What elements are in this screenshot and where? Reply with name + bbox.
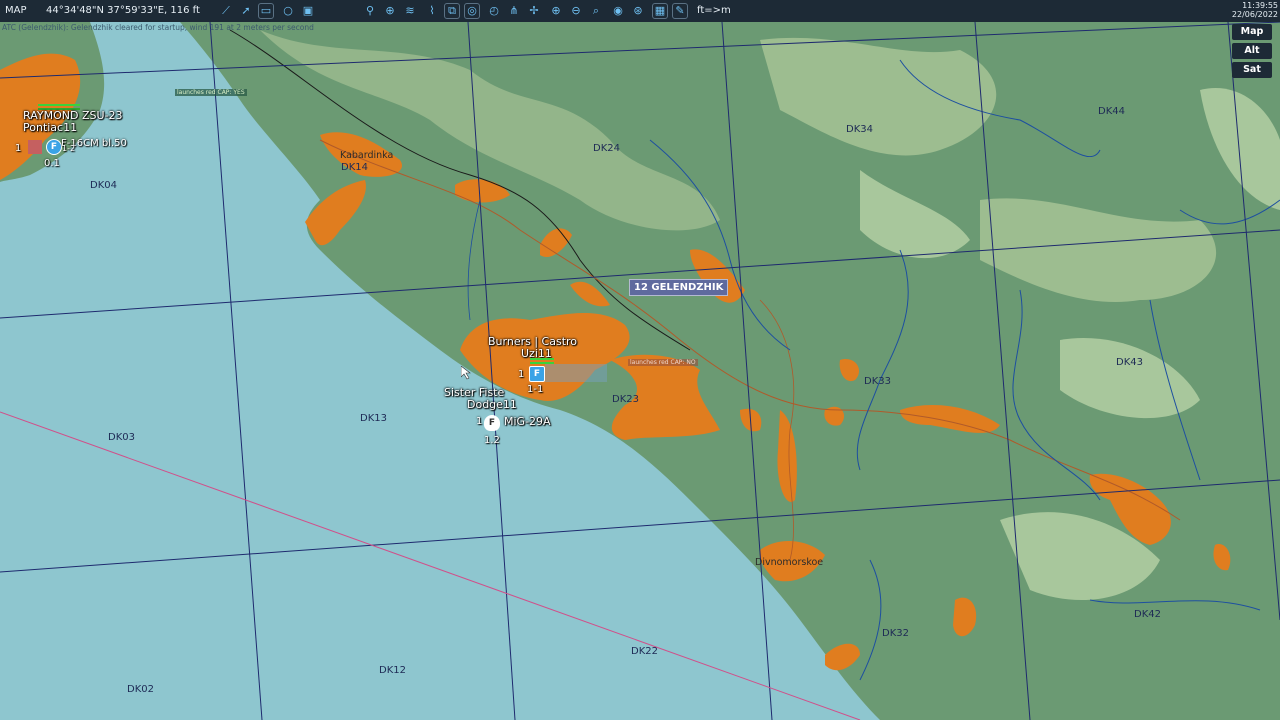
airfield-label[interactable]: 12 GELENDZHIK — [629, 279, 729, 296]
grid-label-dk42: DK42 — [1134, 609, 1161, 620]
draw-line-icon[interactable]: ⟋ — [218, 3, 234, 19]
radar-icon[interactable]: ◉ — [610, 3, 626, 19]
health-bar — [530, 358, 554, 360]
wifi-icon[interactable]: ≋ — [402, 3, 418, 19]
unit-callsign-dodge[interactable]: Dodge11 — [467, 398, 517, 411]
grid-label-dk13: DK13 — [360, 413, 387, 424]
unit-count-south: 1 — [476, 416, 483, 427]
camera-icon[interactable]: ▣ — [300, 3, 316, 19]
grid-label-dk03: DK03 — [108, 432, 135, 443]
unit-altitude-south: 1.2 — [484, 435, 500, 446]
cap-note-center: launches red CAP: NO — [628, 359, 698, 366]
mode-label: MAP — [5, 5, 27, 16]
health-bar — [38, 104, 80, 106]
globe-icon[interactable]: ⊛ — [630, 3, 646, 19]
zoom-in-icon[interactable]: ⊕ — [548, 3, 564, 19]
units-toggle[interactable]: ft=>m — [697, 5, 731, 16]
clock-date: 22/06/2022 — [1231, 10, 1278, 19]
grid-label-dk43: DK43 — [1116, 357, 1143, 368]
unit-altitude-north: 0.1 — [44, 158, 60, 169]
waypoint-icon[interactable]: ➚ — [238, 3, 254, 19]
clock: 11:39:55 22/06/2022 — [1232, 1, 1278, 19]
grid-icon[interactable]: ▦ — [652, 3, 668, 19]
unit-aircraft-mig29: MiG-29A — [504, 415, 551, 428]
clock-time: 11:39:55 — [1242, 1, 1278, 10]
alt-layer-button[interactable]: Alt — [1232, 43, 1272, 59]
crosshair-icon[interactable]: ⊕ — [382, 3, 398, 19]
clock-icon[interactable]: ◴ — [486, 3, 502, 19]
grid-label-dk22: DK22 — [631, 646, 658, 657]
pencil-icon[interactable]: ✎ — [672, 3, 688, 19]
filter-icon[interactable]: ⋔ — [506, 3, 522, 19]
map-layer-button[interactable]: Map — [1232, 24, 1272, 40]
friendly-aircraft-icon[interactable]: F — [46, 139, 62, 155]
zoom-out-icon[interactable]: ⊖ — [568, 3, 584, 19]
enemy-aircraft-icon[interactable]: F — [484, 415, 500, 431]
grid-label-dk12: DK12 — [379, 665, 406, 676]
grid-label-dk02: DK02 — [127, 684, 154, 695]
zoom-view-icon[interactable]: ⧉ — [444, 3, 460, 19]
unit-callsign-pontiac[interactable]: Pontiac11 — [23, 121, 77, 134]
grid-label-dk23: DK23 — [612, 394, 639, 405]
ruler-icon[interactable]: ▭ — [258, 3, 274, 19]
cursor-coordinates: 44°34'48"N 37°59'33"E, 116 ft — [46, 5, 200, 16]
grid-label-dk33: DK33 — [864, 376, 891, 387]
unit-sub-center: 1-1 — [527, 384, 544, 395]
terrain-layer — [0, 22, 1280, 720]
antenna-icon[interactable]: ⚲ — [362, 3, 378, 19]
grid-label-dk32: DK32 — [882, 628, 909, 639]
grid-label-dk04: DK04 — [90, 180, 117, 191]
grid-snap-icon[interactable]: ✢ — [526, 3, 542, 19]
unit-count-center: 1 — [518, 369, 525, 380]
grid-label-dk24: DK24 — [593, 143, 620, 154]
target-icon[interactable]: ◎ — [464, 3, 480, 19]
unit-type-zsu23: ZSU-23 — [82, 109, 123, 122]
unit-sub-north: 1-2 — [62, 144, 76, 153]
friendly-aircraft-icon[interactable]: F — [529, 366, 545, 382]
mouse-cursor-icon — [461, 366, 471, 380]
circle-icon[interactable]: ○ — [280, 3, 296, 19]
town-divnomorskoe: Divnomorskoe — [755, 557, 824, 568]
search-icon[interactable]: ⌕ — [588, 3, 604, 19]
atc-message: ATC (Gelendzhik): Gelendzhik cleared for… — [2, 23, 314, 32]
grid-label-dk14: DK14 — [341, 162, 368, 173]
grid-label-dk44: DK44 — [1098, 106, 1125, 117]
sam-site-icon[interactable] — [28, 140, 42, 154]
town-kabardinka: Kabardinka — [340, 150, 394, 161]
top-toolbar: MAP 44°34'48"N 37°59'33"E, 116 ft ⟋ ➚ ▭ ○ ▣ ⚲… — [0, 0, 1280, 22]
layer-switcher: Map Alt Sat — [1232, 24, 1272, 81]
grid-label-dk34: DK34 — [846, 124, 873, 135]
unit-count-north: 1 — [15, 143, 22, 154]
sat-layer-button[interactable]: Sat — [1232, 62, 1272, 78]
map-view[interactable]: ATC (Gelendzhik): Gelendzhik cleared for… — [0, 22, 1280, 720]
marker-icon[interactable]: ⌇ — [424, 3, 440, 19]
unit-stack-icon[interactable] — [545, 364, 607, 382]
cap-note-north: launches red CAP: YES — [175, 89, 247, 96]
